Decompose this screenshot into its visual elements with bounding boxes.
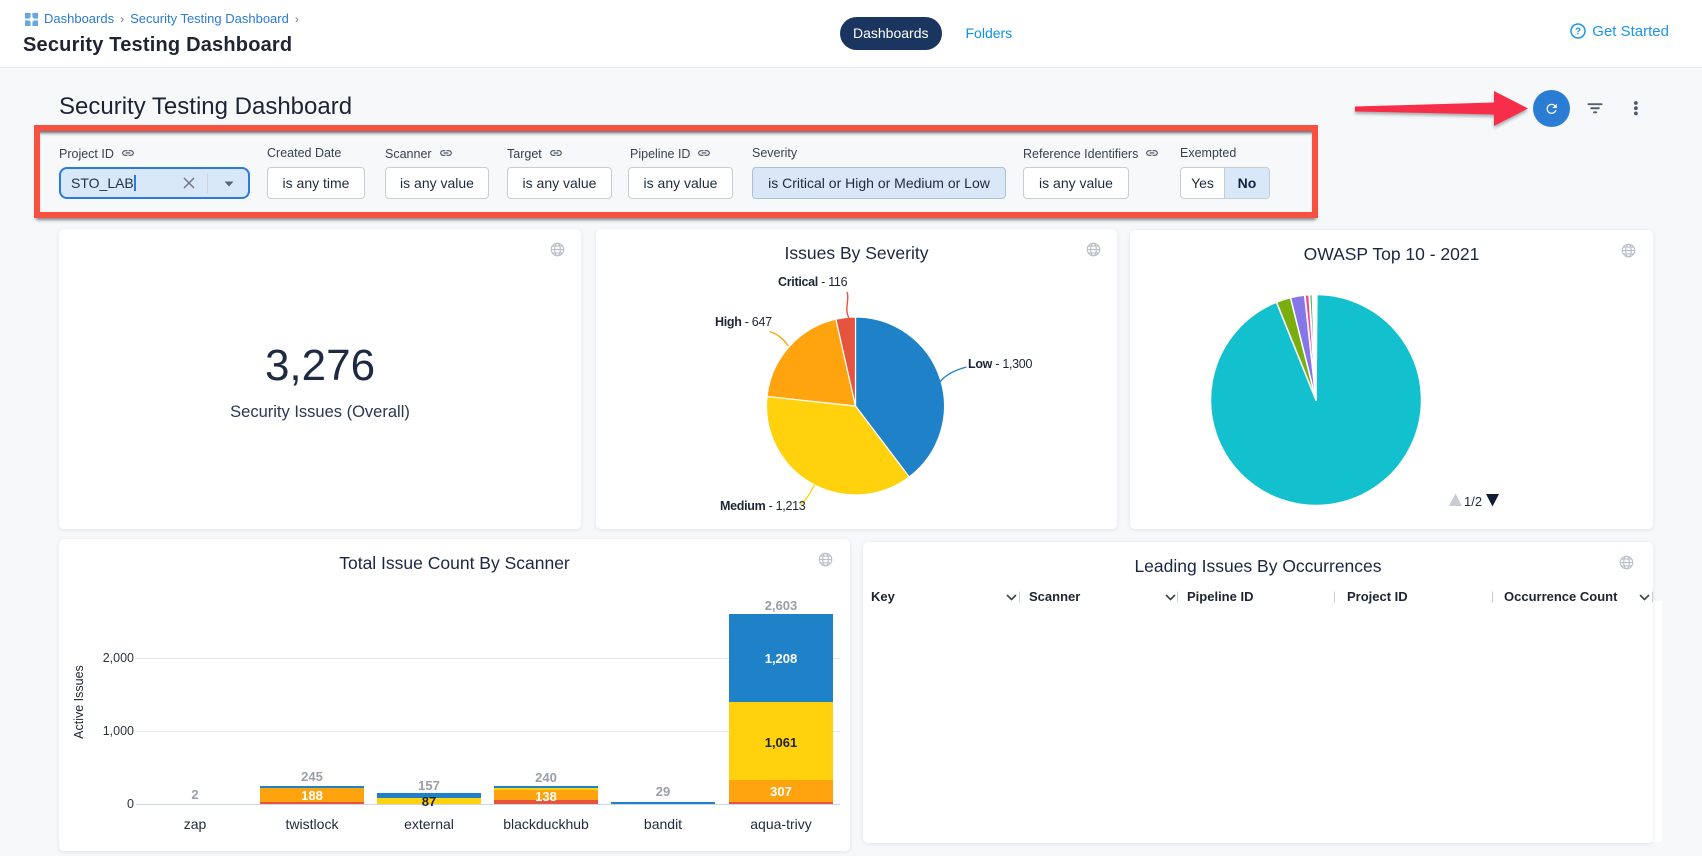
svg-text:?: ? (1575, 27, 1581, 38)
